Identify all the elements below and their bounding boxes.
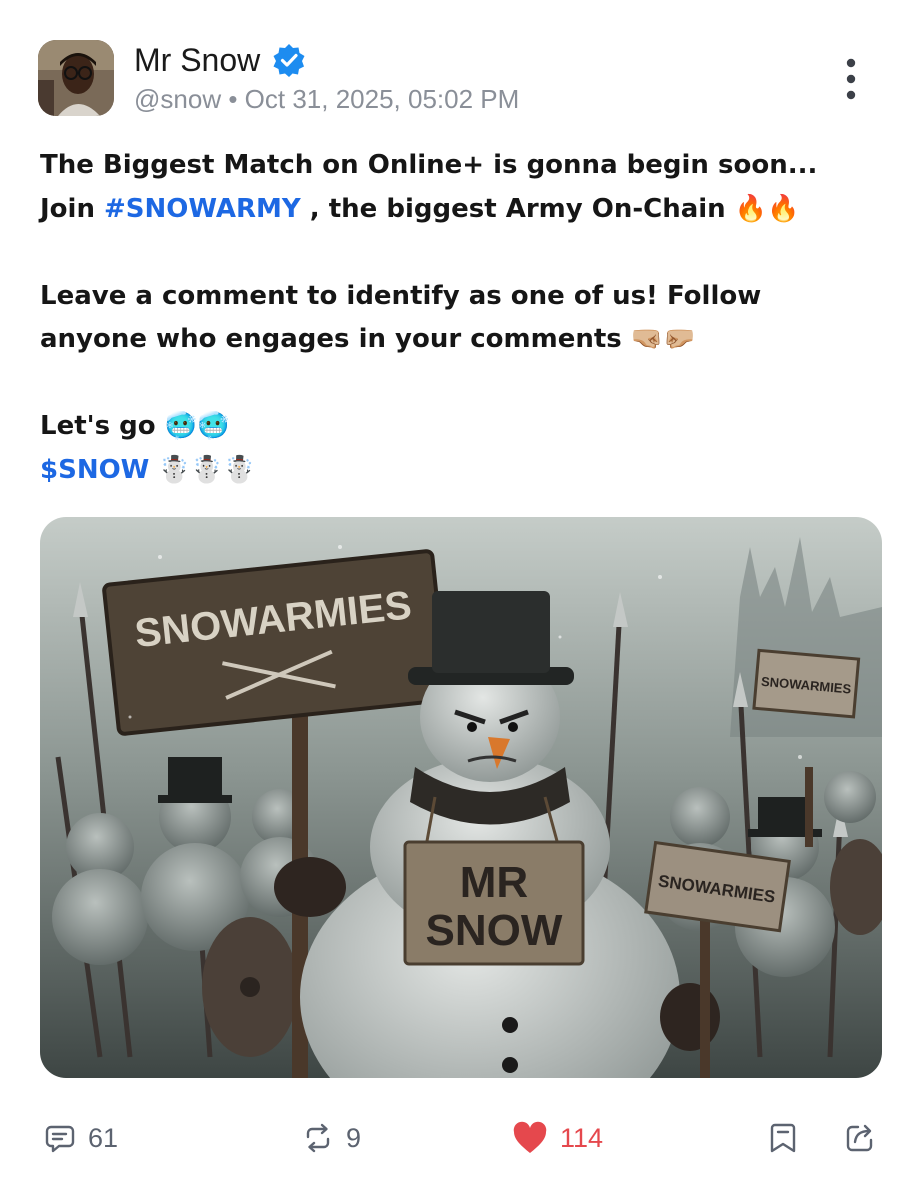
comment-icon xyxy=(45,1125,75,1153)
action-bar: 61 9 114 xyxy=(0,1112,920,1164)
comment-button[interactable]: 61 xyxy=(44,1112,118,1164)
bookmark-button[interactable] xyxy=(768,1112,798,1164)
bookmark-icon xyxy=(770,1123,796,1153)
hashtag-link[interactable]: #SNOWARMY xyxy=(104,194,301,224)
repost-button[interactable]: 9 xyxy=(302,1112,361,1164)
post-text: Join xyxy=(40,193,105,224)
cashtag-link[interactable]: $SNOW xyxy=(40,455,149,485)
more-options-icon[interactable] xyxy=(836,56,866,102)
like-button[interactable]: 114 xyxy=(512,1112,603,1164)
meta-separator: • xyxy=(228,84,238,114)
author-row: Mr Snow xyxy=(134,40,306,80)
post-body: The Biggest Match on Online+ is gonna be… xyxy=(40,144,890,492)
post-line: Let's go 🥶🥶 xyxy=(40,411,230,441)
post-meta: @snow • Oct 31, 2025, 05:02 PM xyxy=(134,84,519,115)
like-count: 114 xyxy=(560,1122,604,1153)
comment-count: 61 xyxy=(88,1122,119,1153)
post-line: The Biggest Match on Online+ is gonna be… xyxy=(40,150,818,180)
post-timestamp[interactable]: Oct 31, 2025, 05:02 PM xyxy=(245,84,520,114)
post-line: anyone who engages in your comments 🤜🏼🤛🏼 xyxy=(40,324,696,354)
post-text: , the biggest Army On-Chain 🔥🔥 xyxy=(300,193,800,224)
author-handle[interactable]: @snow xyxy=(134,84,221,114)
repost-count: 9 xyxy=(346,1122,362,1153)
share-icon xyxy=(846,1124,873,1152)
post-line: $SNOW ☃️☃️☃️ xyxy=(40,449,890,493)
post-line: Leave a comment to identify as one of us… xyxy=(40,280,762,311)
avatar[interactable] xyxy=(38,40,114,116)
author-name[interactable]: Mr Snow xyxy=(134,42,260,79)
chest-sign-line1: MR xyxy=(460,858,528,907)
post-line: Join #SNOWARMY , the biggest Army On-Cha… xyxy=(40,188,890,232)
verified-badge-icon xyxy=(273,44,305,77)
chest-sign-line2: SNOW xyxy=(426,906,563,955)
heart-icon xyxy=(513,1121,547,1153)
repost-icon xyxy=(306,1123,330,1153)
post-image[interactable]: SNOWARMIES MR SNOW SNOWARMIES SNOWARMIES xyxy=(40,517,882,1078)
share-button[interactable] xyxy=(844,1112,876,1164)
post-text: ☃️☃️☃️ xyxy=(149,454,256,485)
